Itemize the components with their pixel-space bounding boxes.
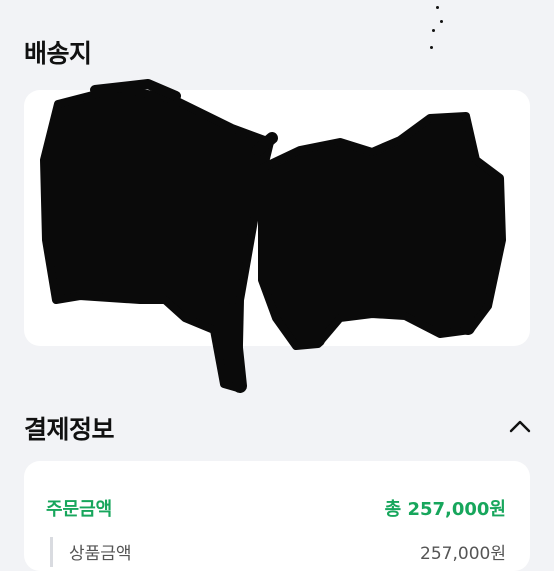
product-amount-label: 상품금액 (69, 544, 132, 564)
order-amount-label: 주문금액 (46, 499, 113, 520)
product-amount-value: 257,000원 (420, 544, 506, 564)
payment-collapse-toggle[interactable] (506, 412, 534, 440)
chevron-up-icon (509, 420, 531, 433)
subitem-divider (50, 537, 53, 567)
payment-section-title: 결제정보 (24, 415, 115, 444)
order-amount-total: 총 257,000원 (384, 499, 506, 520)
payment-info-card: 주문금액 총 257,000원 상품금액 257,000원 (24, 461, 530, 571)
